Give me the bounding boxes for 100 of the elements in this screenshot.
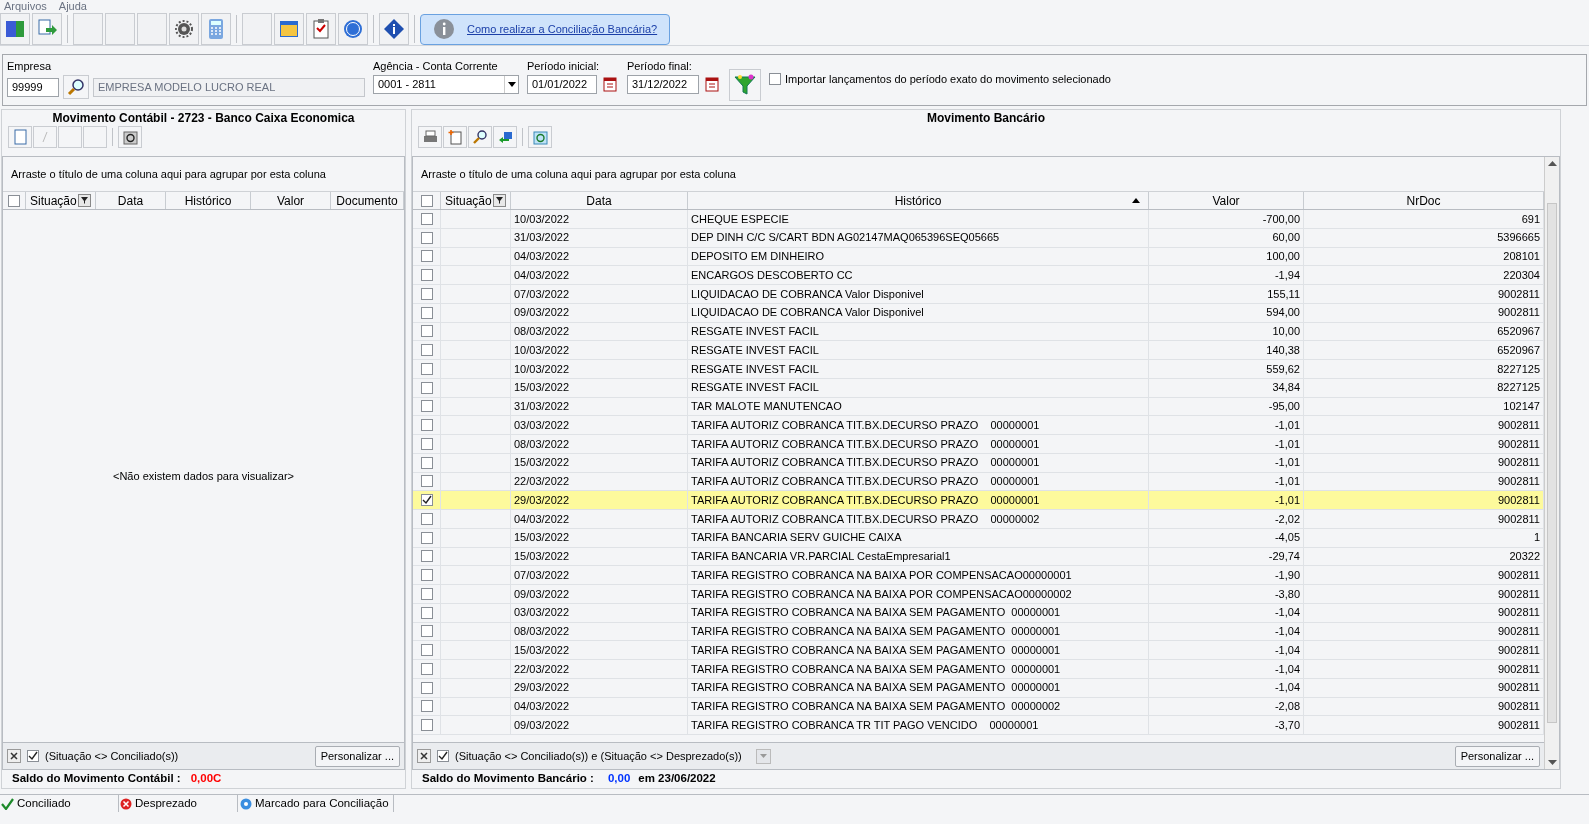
customize-button[interactable]: Personalizar ... — [314, 745, 400, 767]
checkbox[interactable] — [420, 400, 433, 413]
description-cell-text: ENCARGOS DESCOBERTO CC — [691, 267, 853, 283]
checkbox[interactable] — [420, 719, 433, 732]
menu-item[interactable]: Ajuda — [58, 1, 87, 12]
dot-icon — [240, 797, 252, 810]
checkbox[interactable] — [420, 681, 433, 694]
close-button[interactable] — [417, 749, 431, 763]
checkbox[interactable] — [420, 362, 433, 375]
menu-item[interactable]: Arquivos — [4, 1, 47, 12]
checkbox[interactable] — [420, 606, 433, 619]
checkbox[interactable] — [420, 494, 433, 507]
column-header[interactable]: Valor — [1149, 192, 1304, 209]
column-header[interactable]: Data — [511, 192, 688, 209]
calendar-button[interactable] — [703, 75, 721, 94]
checkbox[interactable] — [420, 381, 433, 394]
description-cell-text: RESGATE INVEST FACIL — [691, 324, 819, 340]
company-name-field[interactable]: EMPRESA MODELO LUCRO REAL — [93, 77, 365, 97]
checkbox[interactable] — [420, 475, 433, 488]
checkbox[interactable] — [420, 194, 433, 207]
checkbox[interactable] — [27, 750, 39, 762]
scroll-up-icon[interactable] — [1547, 161, 1557, 166]
checkbox[interactable] — [420, 231, 433, 244]
toolbar-button[interactable] — [0, 13, 30, 45]
description-cell-text: TARIFA AUTORIZ COBRANCA TIT.BX.DECURSO PRAZO 00000001 — [691, 492, 1040, 508]
description-cell-text: RESGATE INVEST FACIL — [691, 342, 819, 358]
column-header[interactable]: Histórico — [166, 192, 251, 209]
amount-cell-text: -1,94 — [1274, 267, 1300, 283]
amount-cell-text: 594,00 — [1266, 305, 1300, 321]
checkbox[interactable] — [420, 531, 433, 544]
gear-icon — [173, 18, 195, 40]
toolbar-button[interactable] — [379, 13, 409, 45]
column-header[interactable]: Documento — [331, 192, 404, 209]
calendar-button[interactable] — [601, 75, 619, 94]
checkbox[interactable] — [420, 419, 433, 432]
description-cell-text: TARIFA REGISTRO COBRANCA NA BAIXA POR COMPENSACAO00000002 — [691, 586, 1072, 602]
checkbox[interactable] — [420, 269, 433, 282]
account-dropdown[interactable]: 0001 - 2811 — [373, 75, 519, 94]
start-date-field[interactable]: 01/01/2022 — [527, 75, 597, 94]
check-icon — [1, 797, 14, 810]
checkbox[interactable] — [769, 73, 781, 86]
scroll-down-icon[interactable] — [1547, 760, 1557, 765]
date-cell-text: 15/03/2022 — [514, 549, 570, 565]
document-number-cell-text: 20322 — [1509, 549, 1540, 565]
filter-button[interactable] — [729, 69, 761, 101]
toolbar-button[interactable] — [118, 126, 142, 148]
scrollbar[interactable] — [1544, 157, 1559, 769]
checkbox[interactable] — [420, 662, 433, 675]
checkbox[interactable] — [420, 550, 433, 563]
amount-cell-text: -1,04 — [1274, 624, 1300, 640]
toolbar-button[interactable] — [468, 126, 492, 148]
checkbox[interactable] — [420, 456, 433, 469]
checkbox[interactable] — [420, 344, 433, 357]
checkbox[interactable] — [420, 512, 433, 525]
balance-date: em 23/06/2022 — [638, 771, 716, 787]
date-cell-text: 29/03/2022 — [514, 492, 570, 508]
description-cell-text: TARIFA AUTORIZ COBRANCA TIT.BX.DECURSO PRAZO 00000001 — [691, 436, 1040, 452]
checkbox[interactable] — [420, 287, 433, 300]
close-button[interactable] — [7, 749, 21, 763]
amount-cell-text: -700,00 — [1262, 211, 1300, 227]
column-header[interactable]: Histórico — [688, 192, 1149, 209]
filter-icon[interactable] — [78, 194, 91, 207]
checkbox[interactable] — [420, 437, 433, 450]
company-code-field[interactable]: 99999 — [7, 77, 59, 97]
description-cell-text: TARIFA REGISTRO COBRANCA NA BAIXA SEM PAGAMENTO 00000002 — [691, 699, 1061, 715]
search-button[interactable] — [63, 75, 89, 99]
checkbox[interactable] — [420, 250, 433, 263]
document-number-cell-text: 8227125 — [1497, 380, 1540, 396]
dropdown-button[interactable] — [755, 748, 771, 764]
help-link[interactable]: Como realizar a Conciliação Bancária? — [467, 20, 658, 38]
amount-cell-text: -1,04 — [1274, 605, 1300, 621]
checkbox[interactable] — [437, 750, 449, 762]
checkbox[interactable] — [420, 700, 433, 713]
checkbox[interactable] — [420, 212, 433, 225]
description-cell-text: RESGATE INVEST FACIL — [691, 361, 819, 377]
document-number-cell-text: 208101 — [1503, 249, 1540, 265]
checkbox[interactable] — [420, 325, 433, 338]
amount-cell-text: -1,01 — [1274, 417, 1300, 433]
amount-cell-text: -1,04 — [1274, 661, 1300, 677]
column-header[interactable]: Situação — [441, 192, 511, 209]
toolbar-button[interactable] — [169, 13, 199, 45]
end-date-field[interactable]: 31/12/2022 — [627, 75, 699, 94]
description-cell-text: TARIFA AUTORIZ COBRANCA TIT.BX.DECURSO PRAZO 00000002 — [691, 511, 1040, 527]
customize-button[interactable]: Personalizar ... — [1454, 745, 1540, 767]
checkbox[interactable] — [420, 569, 433, 582]
field-label: Período inicial: — [527, 59, 601, 73]
checkbox[interactable] — [420, 625, 433, 638]
document-number-cell-text: 9002811 — [1498, 305, 1540, 321]
date-cell-text: 09/03/2022 — [514, 717, 570, 733]
checkbox[interactable] — [8, 194, 20, 207]
column-header[interactable]: Situação — [26, 192, 96, 209]
date-cell-text: 10/03/2022 — [514, 211, 570, 227]
checkbox[interactable] — [420, 306, 433, 319]
checkbox[interactable] — [420, 644, 433, 657]
info-icon — [433, 18, 455, 40]
checkbox[interactable] — [420, 587, 433, 600]
filter-icon[interactable] — [493, 194, 506, 207]
filter-text: (Situação <> Conciliado(s)) e (Situação <> Desprezado(s)) — [455, 748, 742, 764]
column-header[interactable]: Valor — [251, 192, 331, 209]
column-header[interactable]: Data — [96, 192, 166, 209]
